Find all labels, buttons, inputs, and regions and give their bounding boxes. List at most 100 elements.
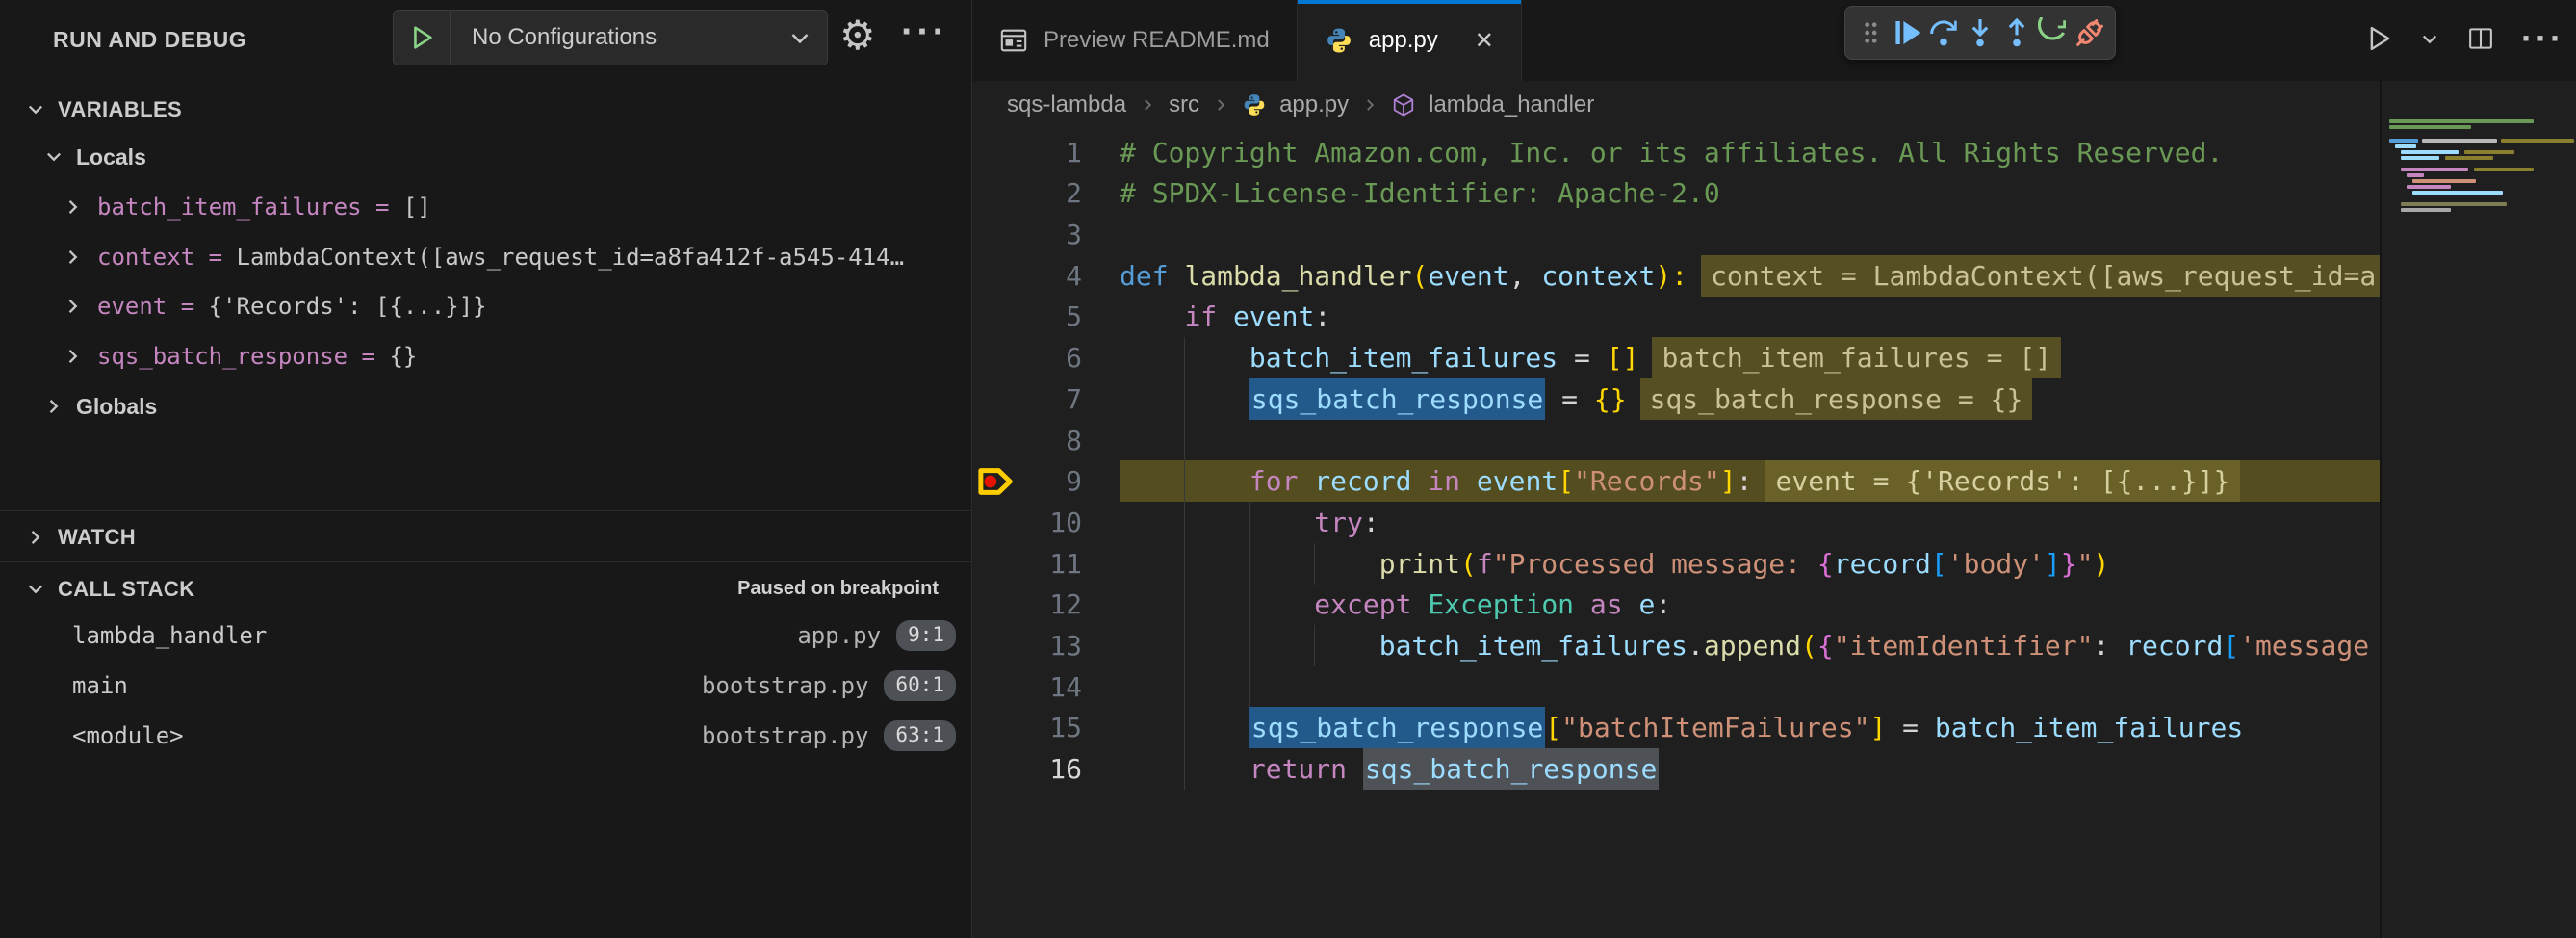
- code-token: ]: [1869, 712, 1886, 743]
- line-number[interactable]: 13: [997, 625, 1082, 666]
- code-token: in: [1411, 465, 1476, 497]
- step-over-icon: [1928, 17, 1959, 48]
- drag-handle-icon: [1862, 18, 1879, 47]
- step-into-button[interactable]: [1965, 12, 1996, 54]
- code-line-13[interactable]: 13 batch_item_failures.append({"itemIden…: [972, 625, 2576, 666]
- call-stack-section-header[interactable]: CALL STACK: [25, 572, 195, 607]
- line-number[interactable]: 1: [997, 132, 1082, 173]
- code-token: :: [1655, 588, 1671, 620]
- code-line-7[interactable]: 7 sqs_batch_response = {}sqs_batch_respo…: [972, 378, 2576, 420]
- code-line-4[interactable]: 4 def lambda_handler(event, context):cont…: [972, 255, 2576, 297]
- code-token: f: [1477, 548, 1493, 580]
- line-number[interactable]: 11: [997, 543, 1082, 585]
- variables-group-locals[interactable]: Locals: [43, 137, 146, 177]
- indent-guide: [1184, 420, 1185, 461]
- chevron-down-icon: [2420, 29, 2439, 48]
- line-number[interactable]: 16: [997, 748, 1082, 790]
- chevron-right-icon: [63, 247, 84, 268]
- variable-row-sqs_batch_response[interactable]: sqs_batch_response = {}: [63, 335, 966, 378]
- code-line-10[interactable]: 10 try:: [972, 502, 2576, 543]
- variable-row-batch_item_failures[interactable]: batch_item_failures = []: [63, 186, 966, 228]
- line-number[interactable]: 7: [997, 378, 1082, 420]
- code-token: Exception: [1428, 588, 1574, 620]
- line-number[interactable]: 3: [997, 214, 1082, 255]
- minimap[interactable]: [2385, 114, 2576, 239]
- frame-file: bootstrap.py: [702, 722, 868, 749]
- line-number[interactable]: 10: [997, 502, 1082, 543]
- line-content[interactable]: sqs_batch_response = {}sqs_batch_respons…: [1120, 378, 2382, 420]
- minimap-line: [2412, 191, 2503, 195]
- debug-config-dropdown[interactable]: No Configurations: [393, 10, 828, 65]
- code-token: return: [1249, 753, 1363, 785]
- restart-icon: [2038, 17, 2069, 48]
- code-line-9[interactable]: 9 for record in event["Records"]:event =…: [972, 460, 2576, 502]
- line-number[interactable]: 14: [997, 666, 1082, 708]
- line-content[interactable]: [1120, 420, 2382, 461]
- line-number[interactable]: 4: [997, 255, 1082, 297]
- line-content[interactable]: for record in event["Records"]:event = {…: [1120, 460, 2382, 502]
- code-token: [: [1931, 548, 1947, 580]
- line-number[interactable]: 6: [997, 337, 1082, 378]
- step-out-button[interactable]: [2001, 12, 2032, 54]
- step-over-button[interactable]: [1928, 12, 1959, 54]
- code-line-14[interactable]: 14: [972, 666, 2576, 708]
- line-content[interactable]: # SPDX-License-Identifier: Apache-2.0: [1120, 172, 2382, 214]
- highlighted-symbol: sqs_batch_response: [1363, 748, 1659, 790]
- watch-section-header[interactable]: WATCH: [25, 520, 136, 555]
- variables-group-globals[interactable]: Globals: [43, 386, 157, 427]
- minimap-line: [2412, 179, 2476, 183]
- code-line-8[interactable]: 8: [972, 420, 2576, 461]
- code-token: record: [1834, 548, 1931, 580]
- breakpoint-current-line-icon[interactable]: [976, 465, 1020, 498]
- minimap-line: [2474, 168, 2534, 171]
- drag-handle[interactable]: [1855, 12, 1886, 54]
- line-content[interactable]: [1120, 214, 2382, 255]
- line-content[interactable]: [1120, 666, 2382, 708]
- code-line-15[interactable]: 15 sqs_batch_response["batchItemFailures…: [972, 707, 2576, 748]
- restart-button[interactable]: [2038, 12, 2069, 54]
- line-content[interactable]: except Exception as e:: [1120, 584, 2382, 625]
- code-line-12[interactable]: 12 except Exception as e:: [972, 584, 2576, 625]
- indent-guide: [1184, 378, 1185, 420]
- code-editor[interactable]: 1 # Copyright Amazon.com, Inc. or its aff…: [972, 0, 2576, 938]
- line-content[interactable]: batch_item_failures = []batch_item_failu…: [1120, 337, 2382, 378]
- indent-guide: [1184, 748, 1185, 790]
- code-line-3[interactable]: 3: [972, 214, 2576, 255]
- run-options-chevron[interactable]: [2419, 17, 2440, 60]
- split-editor-button[interactable]: [2463, 17, 2498, 60]
- run-python-file-button[interactable]: [2361, 17, 2396, 60]
- line-content[interactable]: def lambda_handler(event, context):conte…: [1120, 255, 2382, 297]
- code-line-1[interactable]: 1 # Copyright Amazon.com, Inc. or its aff…: [972, 132, 2576, 173]
- line-content[interactable]: if event:: [1120, 296, 2382, 337]
- variables-section-header[interactable]: VARIABLES: [25, 91, 182, 129]
- code-token: e: [1638, 588, 1655, 620]
- line-content[interactable]: # Copyright Amazon.com, Inc. or its affi…: [1120, 132, 2382, 173]
- line-number[interactable]: 12: [997, 584, 1082, 625]
- code-line-2[interactable]: 2 # SPDX-License-Identifier: Apache-2.0: [972, 172, 2576, 214]
- code-line-5[interactable]: 5 if event:: [972, 296, 2576, 337]
- code-line-11[interactable]: 11 print(f"Processed message: {record['b…: [972, 543, 2576, 585]
- line-content[interactable]: return sqs_batch_response: [1120, 748, 2382, 790]
- more-actions-icon[interactable]: ···: [901, 2, 948, 62]
- code-line-16[interactable]: 16 return sqs_batch_response: [972, 748, 2576, 790]
- stack-frame-1[interactable]: lambda_handlerapp.py9:1: [72, 612, 956, 659]
- line-number[interactable]: 5: [997, 296, 1082, 337]
- line-content[interactable]: try:: [1120, 502, 2382, 543]
- disconnect-button[interactable]: [2074, 12, 2105, 54]
- variable-row-context[interactable]: context = LambdaContext([aws_request_id=…: [63, 236, 966, 278]
- line-content[interactable]: sqs_batch_response["batchItemFailures"] …: [1120, 707, 2382, 748]
- variable-row-event[interactable]: event = {'Records': [{...}]}: [63, 285, 966, 327]
- continue-button[interactable]: [1892, 12, 1922, 54]
- gear-icon[interactable]: ⚙: [839, 6, 876, 65]
- stack-frame-2[interactable]: mainbootstrap.py60:1: [72, 663, 956, 709]
- line-number[interactable]: 2: [997, 172, 1082, 214]
- more-actions-icon[interactable]: ···: [2521, 18, 2564, 59]
- code-line-6[interactable]: 6 batch_item_failures = []batch_item_fai…: [972, 337, 2576, 378]
- line-content[interactable]: batch_item_failures.append({"itemIdentif…: [1120, 625, 2382, 666]
- chevron-right-icon: [63, 346, 84, 367]
- line-number[interactable]: 8: [997, 420, 1082, 461]
- line-number[interactable]: 15: [997, 707, 1082, 748]
- line-content[interactable]: print(f"Processed message: {record['body…: [1120, 543, 2382, 585]
- start-debug-button[interactable]: [394, 11, 451, 65]
- stack-frame-3[interactable]: <module>bootstrap.py63:1: [72, 713, 956, 759]
